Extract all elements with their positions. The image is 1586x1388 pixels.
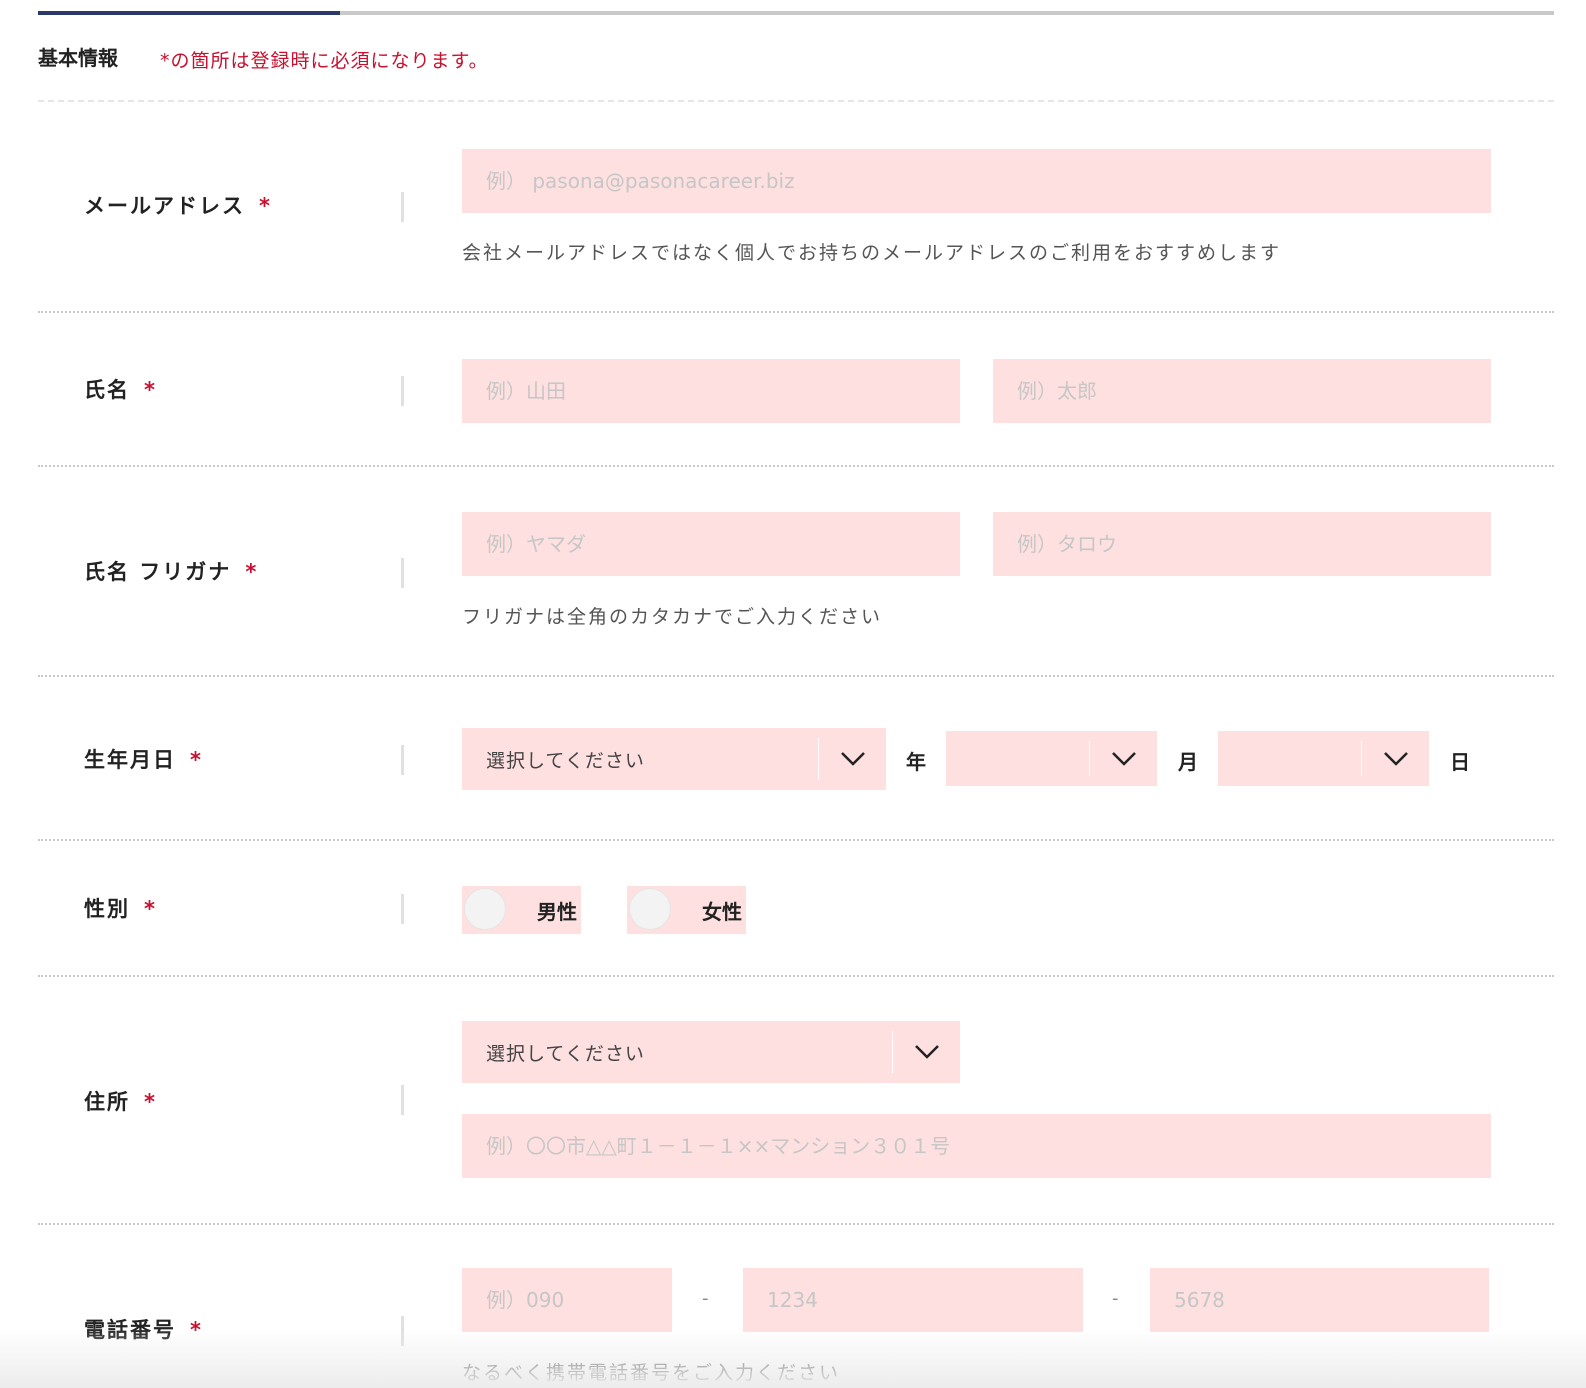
phone-part1-field[interactable] [462, 1268, 672, 1332]
select-divider [1089, 741, 1090, 776]
radio-circle[interactable] [629, 888, 671, 930]
required-note: *の箇所は登録時に必須になります。 [160, 50, 489, 72]
select-divider [892, 1031, 893, 1073]
kana-label-text: 氏名 フリガナ [84, 560, 232, 584]
name-label-text: 氏名 [84, 378, 130, 402]
birth-year-value: 選択してください [486, 749, 645, 772]
email-input[interactable] [462, 149, 1491, 213]
phone-label: 電話番号 * [84, 1314, 203, 1344]
email-label: メールアドレス * [84, 190, 272, 220]
required-star: * [144, 378, 157, 402]
year-unit: 年 [906, 750, 926, 774]
required-star: * [144, 1090, 157, 1114]
required-star: * [144, 897, 157, 921]
gender-male-label: 男性 [537, 899, 577, 924]
label-divider [401, 558, 404, 588]
month-unit: 月 [1178, 750, 1198, 774]
phone-separator: - [702, 1288, 709, 1309]
phone-label-text: 電話番号 [84, 1318, 176, 1342]
email-label-text: メールアドレス [84, 194, 245, 218]
address-label: 住所 * [84, 1086, 157, 1116]
first-name-kana-field[interactable] [993, 512, 1491, 576]
label-divider [401, 1316, 404, 1346]
last-name-field[interactable] [462, 359, 960, 423]
last-name-kana-input[interactable] [462, 512, 960, 576]
chevron-down-icon [1383, 731, 1409, 786]
divider [38, 975, 1554, 977]
divider [38, 100, 1554, 102]
label-divider [401, 1085, 404, 1115]
phone-part2-field[interactable] [743, 1268, 1083, 1332]
phone-help: なるべく携帯電話番号をご入力ください [462, 1362, 841, 1384]
label-divider [401, 376, 404, 406]
gender-radio-male[interactable]: 男性 [462, 886, 581, 934]
birthday-label-text: 生年月日 [84, 748, 176, 772]
phone-part2-input[interactable] [743, 1268, 1083, 1332]
day-unit: 日 [1450, 750, 1470, 774]
required-star: * [245, 560, 259, 584]
radio-circle[interactable] [464, 888, 506, 930]
progress-bar-fill [38, 11, 340, 15]
birth-day-select[interactable] [1218, 731, 1429, 786]
kana-help: フリガナは全角のカタカナでご入力ください [462, 606, 883, 628]
divider [38, 465, 1554, 467]
phone-part3-field[interactable] [1150, 1268, 1489, 1332]
chevron-down-icon [1111, 731, 1137, 786]
divider [38, 1223, 1554, 1225]
last-name-kana-field[interactable] [462, 512, 960, 576]
divider [38, 839, 1554, 841]
gender-label: 性別 * [84, 893, 157, 923]
select-divider [818, 738, 819, 780]
select-divider [1361, 741, 1362, 776]
address-detail-input[interactable] [462, 1114, 1491, 1178]
first-name-input[interactable] [993, 359, 1491, 423]
required-star: * [190, 748, 203, 772]
gender-label-text: 性別 [84, 897, 130, 921]
chevron-down-icon [840, 728, 866, 790]
required-star: * [259, 194, 272, 218]
prefecture-value: 選択してください [486, 1042, 645, 1065]
required-star: * [190, 1318, 203, 1342]
label-divider [401, 745, 404, 775]
gender-female-label: 女性 [702, 899, 742, 924]
email-help: 会社メールアドレスではなく個人でお持ちのメールアドレスのご利用をおすすめします [462, 242, 1282, 264]
name-label: 氏名 * [84, 374, 157, 404]
divider [38, 675, 1554, 677]
kana-label: 氏名 フリガナ * [84, 556, 258, 586]
first-name-kana-input[interactable] [993, 512, 1491, 576]
progress-bar [38, 11, 1554, 15]
gender-radio-female[interactable]: 女性 [627, 886, 746, 934]
address-detail-field[interactable] [462, 1114, 1491, 1178]
phone-separator: - [1112, 1288, 1119, 1309]
divider [38, 311, 1554, 313]
label-divider [401, 192, 404, 222]
birth-year-select[interactable]: 選択してください [462, 728, 886, 790]
phone-part1-input[interactable] [462, 1268, 672, 1332]
section-title: 基本情報 [38, 46, 118, 70]
birthday-label: 生年月日 * [84, 744, 203, 774]
last-name-input[interactable] [462, 359, 960, 423]
address-label-text: 住所 [84, 1090, 130, 1114]
label-divider [401, 894, 404, 924]
prefecture-select[interactable]: 選択してください [462, 1021, 960, 1083]
birth-month-select[interactable] [946, 731, 1157, 786]
phone-part3-input[interactable] [1150, 1268, 1489, 1332]
first-name-field[interactable] [993, 359, 1491, 423]
chevron-down-icon [914, 1021, 940, 1083]
email-field[interactable] [462, 149, 1491, 213]
